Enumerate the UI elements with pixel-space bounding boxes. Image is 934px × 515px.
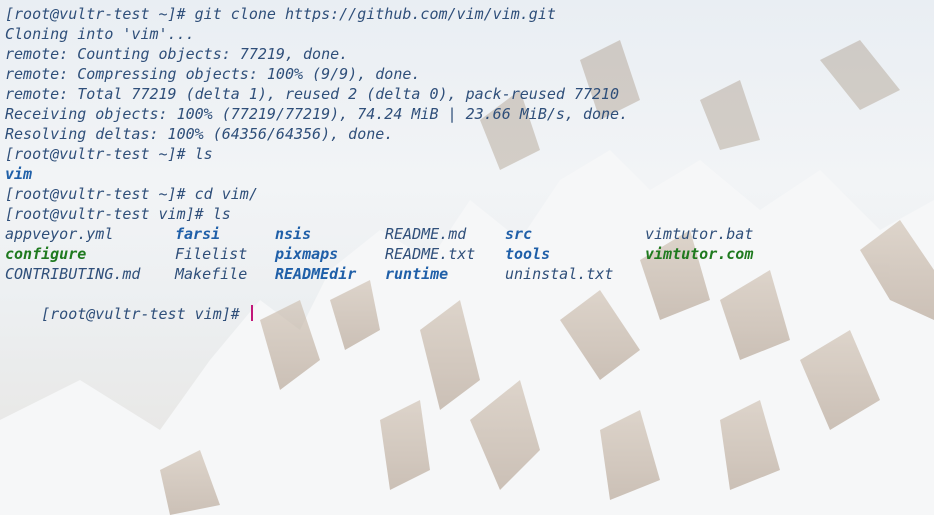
terminal-line: [root@vultr-test vim]# ls xyxy=(5,205,231,223)
terminal-prompt-line[interactable]: [root@vultr-test vim]# xyxy=(5,284,934,323)
terminal-line: remote: Total 77219 (delta 1), reused 2 … xyxy=(5,85,620,103)
file-entry: vimtutor.bat xyxy=(645,225,754,243)
file-entry: Makefile xyxy=(175,265,248,283)
terminal-window[interactable]: [root@vultr-test ~]# git clone https://g… xyxy=(5,4,934,515)
directory-entry: farsi xyxy=(175,225,221,243)
directory-entry: tools xyxy=(505,245,551,263)
ls-listing: appveyor.yml farsi nsis README.md src vi… xyxy=(5,224,934,284)
executable-entry: vimtutor.com xyxy=(645,245,754,263)
terminal-line-directory: vim xyxy=(5,165,33,183)
file-entry: appveyor.yml xyxy=(5,225,114,243)
file-entry xyxy=(645,264,795,284)
directory-entry: nsis xyxy=(275,225,312,243)
text-cursor xyxy=(250,305,253,321)
file-entry: README.md xyxy=(385,225,467,243)
directory-entry: READMEdir xyxy=(275,265,357,283)
terminal-line: [root@vultr-test ~]# git clone https://g… xyxy=(5,5,556,23)
executable-entry: configure xyxy=(5,245,87,263)
file-entry: Filelist xyxy=(175,245,248,263)
directory-entry: runtime xyxy=(385,265,449,283)
terminal-line: [root@vultr-test ~]# cd vim/ xyxy=(5,185,258,203)
file-entry: README.txt xyxy=(385,245,476,263)
shell-prompt: [root@vultr-test vim]# xyxy=(41,305,249,323)
terminal-line: Resolving deltas: 100% (64356/64356), do… xyxy=(5,125,394,143)
directory-entry: pixmaps xyxy=(275,245,339,263)
directory-entry: src xyxy=(505,225,533,243)
file-entry: uninstal.txt xyxy=(505,265,614,283)
terminal-line: Cloning into 'vim'... xyxy=(5,25,195,43)
terminal-line: remote: Compressing objects: 100% (9/9),… xyxy=(5,65,421,83)
terminal-line: remote: Counting objects: 77219, done. xyxy=(5,45,349,63)
file-entry: CONTRIBUTING.md xyxy=(5,265,141,283)
terminal-line: Receiving objects: 100% (77219/77219), 7… xyxy=(5,105,629,123)
terminal-line: [root@vultr-test ~]# ls xyxy=(5,145,213,163)
